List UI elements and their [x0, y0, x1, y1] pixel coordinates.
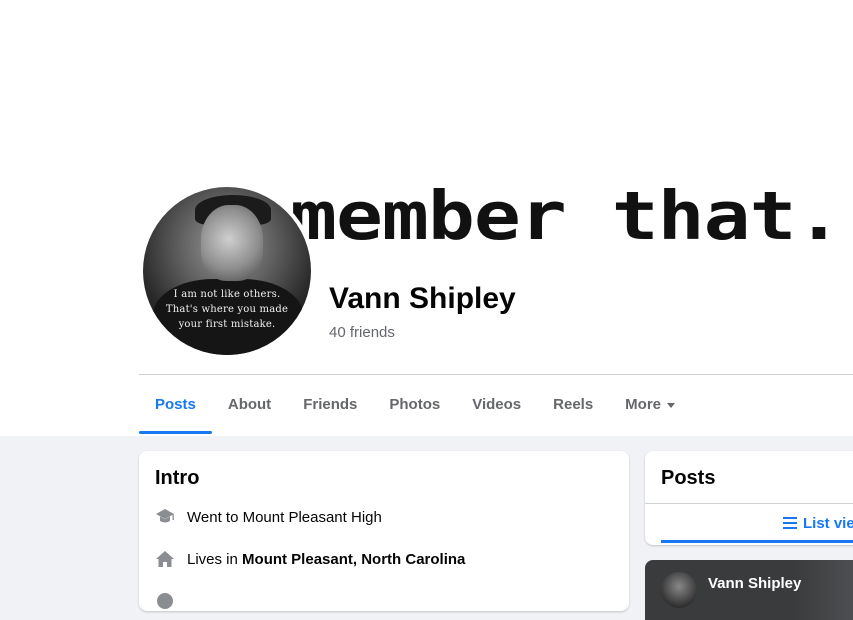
tab-reels[interactable]: Reels	[537, 380, 609, 430]
intro-item-residence: Lives in Mount Pleasant, North Carolina	[155, 549, 465, 569]
post-author-avatar[interactable]	[661, 572, 697, 608]
posts-title: Posts	[661, 467, 716, 489]
intro-residence-place-link[interactable]: Mount Pleasant, North Carolina	[242, 551, 465, 568]
avatar-quote: I am not like others. That's where you m…	[143, 287, 311, 332]
clock-icon	[155, 591, 175, 611]
cover-photo-text: member that.	[290, 178, 843, 256]
avatar-figure-face	[201, 205, 263, 281]
tab-photos[interactable]: Photos	[373, 380, 456, 430]
list-view-active-underline	[661, 540, 853, 543]
intro-item-partial	[155, 591, 187, 611]
list-icon	[783, 514, 797, 532]
list-view-button[interactable]: List view	[783, 514, 853, 532]
avatar-quote-line: I am not like others.	[173, 289, 281, 300]
post-author-name[interactable]: Vann Shipley	[708, 575, 801, 592]
caret-down-icon	[667, 402, 676, 408]
friends-count-link[interactable]: 40 friends	[329, 324, 395, 341]
tab-videos[interactable]: Videos	[456, 380, 537, 430]
profile-avatar[interactable]: I am not like others. That's where you m…	[143, 187, 311, 355]
tab-friends[interactable]: Friends	[287, 380, 373, 430]
tab-more[interactable]: More	[609, 380, 691, 430]
profile-tabs: Posts About Friends Photos Videos Reels …	[139, 380, 691, 436]
intro-item-education: Went to Mount Pleasant High	[155, 507, 382, 527]
posts-card-divider	[645, 503, 853, 504]
posts-filter-card: Posts List view	[645, 451, 853, 545]
avatar-quote-line: That's where you made	[165, 304, 289, 315]
tab-posts[interactable]: Posts	[139, 380, 212, 434]
intro-title: Intro	[155, 467, 200, 489]
intro-education-text: Went to Mount Pleasant High	[187, 508, 382, 526]
list-view-label: List view	[803, 514, 853, 532]
profile-name: Vann Shipley	[329, 282, 516, 315]
intro-card: Intro Went to Mount Pleasant High Lives …	[139, 451, 629, 611]
intro-residence-prefix: Lives in	[187, 550, 243, 568]
avatar-quote-line: your first mistake.	[178, 319, 276, 330]
tab-about[interactable]: About	[212, 380, 287, 430]
post-preview-background	[795, 560, 853, 620]
graduation-cap-icon	[155, 507, 175, 527]
post-preview-card[interactable]: Vann Shipley	[645, 560, 853, 620]
home-icon	[155, 549, 175, 569]
header-divider	[139, 374, 853, 375]
tab-more-label: More	[625, 396, 662, 413]
